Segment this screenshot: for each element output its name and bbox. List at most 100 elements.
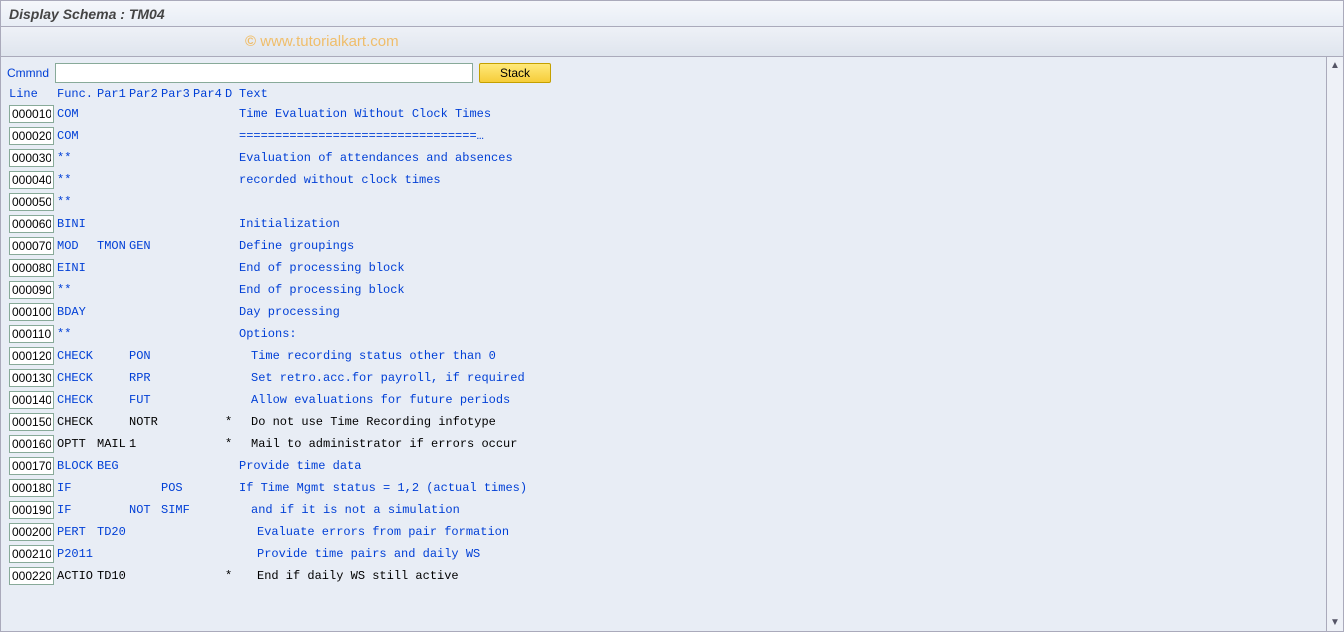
- column-header-row: Line Func. Par1 Par2 Par3 Par4 D Text: [9, 87, 1320, 101]
- hdr-par1: Par1: [97, 87, 129, 101]
- cell-func: EINI: [57, 261, 97, 275]
- table-row: COM=================================…: [7, 125, 1320, 147]
- cell-text: =================================…: [239, 129, 484, 143]
- scroll-down-arrow-icon[interactable]: ▼: [1327, 614, 1343, 631]
- line-number-field[interactable]: [9, 435, 54, 453]
- row-content: CHECKNOTR*Do not use Time Recording info…: [57, 415, 496, 429]
- line-number-field[interactable]: [9, 413, 54, 431]
- line-number-field[interactable]: [9, 545, 54, 563]
- table-row: CHECKPONTime recording status other than…: [7, 345, 1320, 367]
- line-number-field[interactable]: [9, 215, 54, 233]
- line-number-field[interactable]: [9, 171, 54, 189]
- vertical-scrollbar[interactable]: ▲ ▼: [1326, 57, 1343, 631]
- table-row: OPTTMAIL1*Mail to administrator if error…: [7, 433, 1320, 455]
- table-row: **Options:: [7, 323, 1320, 345]
- table-row: **Evaluation of attendances and absences: [7, 147, 1320, 169]
- row-content: BINIInitialization: [57, 217, 340, 231]
- command-label: Cmmnd: [7, 66, 49, 80]
- row-content: ** End of processing block: [57, 283, 405, 297]
- table-row: EINI End of processing block: [7, 257, 1320, 279]
- cell-par2: FUT: [129, 393, 161, 407]
- row-content: CHECKPONTime recording status other than…: [57, 349, 496, 363]
- cell-text: Time Evaluation Without Clock Times: [239, 107, 491, 121]
- cell-d: *: [225, 415, 239, 429]
- line-number-field[interactable]: [9, 325, 54, 343]
- line-number-field[interactable]: [9, 501, 54, 519]
- stack-button[interactable]: Stack: [479, 63, 551, 83]
- cell-par2: RPR: [129, 371, 161, 385]
- command-row: Cmmnd Stack: [7, 63, 1320, 83]
- hdr-par3: Par3: [161, 87, 193, 101]
- row-content: **recorded without clock times: [57, 173, 441, 187]
- line-number-field[interactable]: [9, 457, 54, 475]
- row-content: ACTIOTD10*End if daily WS still active: [57, 569, 459, 583]
- cell-func: CHECK: [57, 349, 97, 363]
- cell-text: End of processing block: [239, 283, 405, 297]
- cell-func: CHECK: [57, 371, 97, 385]
- line-number-field[interactable]: [9, 391, 54, 409]
- line-number-field[interactable]: [9, 347, 54, 365]
- command-input[interactable]: [55, 63, 473, 83]
- cell-par1: TMON: [97, 239, 129, 253]
- cell-func: P2011: [57, 547, 97, 561]
- cell-d: *: [225, 437, 239, 451]
- body: Cmmnd Stack Line Func. Par1 Par2 Par3 Pa…: [1, 57, 1343, 631]
- application-toolbar: © www.tutorialkart.com: [1, 27, 1343, 57]
- line-number-field[interactable]: [9, 303, 54, 321]
- cell-par2: NOT: [129, 503, 161, 517]
- cell-text: Provide time data: [239, 459, 361, 473]
- sap-window: Display Schema : TM04 © www.tutorialkart…: [0, 0, 1344, 632]
- line-number-field[interactable]: [9, 523, 54, 541]
- table-row: P2011Provide time pairs and daily WS: [7, 543, 1320, 565]
- hdr-par2: Par2: [129, 87, 161, 101]
- row-content: CHECKRPRSet retro.acc.for payroll, if re…: [57, 371, 525, 385]
- line-number-field[interactable]: [9, 237, 54, 255]
- cell-text: Time recording status other than 0: [239, 349, 496, 363]
- table-row: MODTMONGENDefine groupings: [7, 235, 1320, 257]
- cell-par2: 1: [129, 437, 161, 451]
- table-row: CHECKRPRSet retro.acc.for payroll, if re…: [7, 367, 1320, 389]
- cell-par3: SIMF: [161, 503, 193, 517]
- cell-text: End of processing block: [239, 261, 405, 275]
- line-number-field[interactable]: [9, 127, 54, 145]
- cell-text: Initialization: [239, 217, 340, 231]
- line-number-field[interactable]: [9, 281, 54, 299]
- cell-par3: POS: [161, 481, 193, 495]
- cell-par2: NOTR: [129, 415, 161, 429]
- hdr-text: Text: [239, 87, 1320, 101]
- schema-rows: COM Time Evaluation Without Clock Times CO…: [7, 103, 1320, 587]
- cell-text: If Time Mgmt status = 1,2 (actual times): [239, 481, 527, 495]
- row-content: BDAYDay processing: [57, 305, 340, 319]
- hdr-line: Line: [9, 87, 57, 101]
- row-content: CHECKFUTAllow evaluations for future per…: [57, 393, 510, 407]
- cell-text: Mail to administrator if errors occur: [239, 437, 517, 451]
- cell-text: and if it is not a simulation: [239, 503, 460, 517]
- line-number-field[interactable]: [9, 259, 54, 277]
- row-content: IFNOTSIMFand if it is not a simulation: [57, 503, 460, 517]
- cell-text: Evaluate errors from pair formation: [239, 525, 509, 539]
- line-number-field[interactable]: [9, 193, 54, 211]
- table-row: **: [7, 191, 1320, 213]
- cell-text: Day processing: [239, 305, 340, 319]
- line-number-field[interactable]: [9, 479, 54, 497]
- cell-func: COM: [57, 107, 97, 121]
- scroll-up-arrow-icon[interactable]: ▲: [1327, 57, 1343, 74]
- cell-func: **: [57, 151, 97, 165]
- line-number-field[interactable]: [9, 149, 54, 167]
- row-content: P2011Provide time pairs and daily WS: [57, 547, 480, 561]
- line-number-field[interactable]: [9, 567, 54, 585]
- table-row: ** End of processing block: [7, 279, 1320, 301]
- line-number-field[interactable]: [9, 105, 54, 123]
- watermark-text: www.tutorialkart.com: [260, 33, 398, 50]
- table-row: ACTIOTD10*End if daily WS still active: [7, 565, 1320, 587]
- cell-par1: TD20: [97, 525, 129, 539]
- line-number-field[interactable]: [9, 369, 54, 387]
- cell-func: **: [57, 283, 97, 297]
- hdr-d: D: [225, 87, 239, 101]
- cell-func: CHECK: [57, 415, 97, 429]
- cell-par1: MAIL: [97, 437, 129, 451]
- row-content: COM=================================…: [57, 129, 484, 143]
- table-row: CHECKNOTR*Do not use Time Recording info…: [7, 411, 1320, 433]
- hdr-func: Func.: [57, 87, 97, 101]
- scroll-track[interactable]: [1327, 74, 1343, 614]
